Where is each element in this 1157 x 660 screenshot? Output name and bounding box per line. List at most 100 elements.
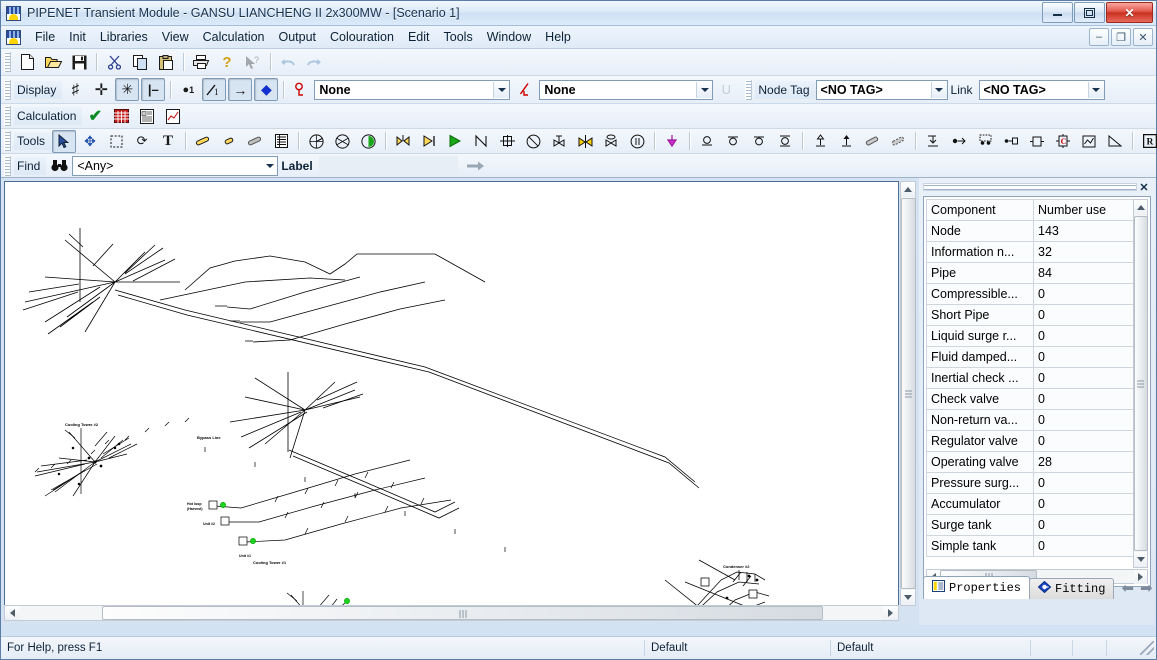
table-row[interactable]: Regulator valve 0: [926, 430, 1143, 452]
menu-view[interactable]: View: [155, 27, 196, 47]
pencil-grey-icon[interactable]: [860, 130, 884, 153]
tank-b-icon[interactable]: [721, 130, 745, 153]
connector-icon[interactable]: [947, 130, 971, 153]
menu-output[interactable]: Output: [272, 27, 324, 47]
tank-c-icon[interactable]: [747, 130, 771, 153]
scroll-left-icon[interactable]: [5, 606, 20, 620]
calculation-toolbar-grip[interactable]: [4, 106, 11, 126]
horizontal-scroll-thumb[interactable]: [102, 606, 823, 620]
table-row[interactable]: Short Pipe 0: [926, 304, 1143, 326]
control-valve-icon[interactable]: [547, 130, 571, 153]
bar-dash-icon[interactable]: |–: [141, 78, 166, 101]
tag-toolbar-grip[interactable]: [745, 79, 753, 100]
save-disk-icon[interactable]: [67, 51, 91, 74]
nozzle-icon[interactable]: [521, 130, 545, 153]
grid-scroll-up-icon[interactable]: [1134, 200, 1147, 215]
find-toolbar-grip[interactable]: [4, 155, 11, 176]
menu-file[interactable]: File: [28, 27, 62, 47]
list-icon[interactable]: [269, 130, 293, 153]
pump-icon[interactable]: [304, 130, 328, 153]
pump-green-icon[interactable]: [356, 130, 380, 153]
open-folder-icon[interactable]: [41, 51, 65, 74]
table-row[interactable]: Node 143: [926, 220, 1143, 242]
tab-next-arrow-icon[interactable]: ➡: [1140, 579, 1153, 597]
tank-a-icon[interactable]: [695, 130, 719, 153]
results-graph-icon[interactable]: [161, 105, 185, 128]
results-table-icon[interactable]: [109, 105, 133, 128]
mdi-minimize-button[interactable]: –: [1089, 28, 1109, 46]
binoculars-icon[interactable]: [47, 154, 71, 177]
paste-icon[interactable]: [154, 51, 178, 74]
diamond-icon[interactable]: ◆: [254, 78, 279, 101]
orifice-icon[interactable]: [495, 130, 519, 153]
table-row[interactable]: Check valve 0: [926, 388, 1143, 410]
toolbar-grip[interactable]: [4, 52, 11, 72]
table-row[interactable]: Inertial check ... 0: [926, 367, 1143, 389]
table-row[interactable]: Information n... 32: [926, 241, 1143, 263]
table-row[interactable]: Simple tank 0: [926, 535, 1143, 557]
network-diagram-canvas[interactable]: Cooling Tower #2 Bypass Line Hot loop (H…: [4, 181, 899, 606]
mdi-close-button[interactable]: ✕: [1133, 28, 1153, 46]
ramp-icon[interactable]: [1103, 130, 1127, 153]
link-colour-icon[interactable]: [514, 78, 538, 101]
find-go-arrow-icon[interactable]: [464, 154, 488, 177]
short-pipe-icon[interactable]: [217, 130, 241, 153]
display-toolbar-grip[interactable]: [4, 79, 11, 100]
canvas-horizontal-scrollbar[interactable]: [4, 605, 899, 621]
lasso-icon[interactable]: ⟳: [130, 130, 154, 153]
table-row[interactable]: Accumulator 0: [926, 493, 1143, 515]
maximize-button[interactable]: [1074, 2, 1105, 23]
context-help-icon[interactable]: ?: [241, 51, 265, 74]
chevron-down-icon[interactable]: [696, 81, 713, 98]
scroll-down-icon[interactable]: [901, 590, 915, 605]
copy-icon[interactable]: [128, 51, 152, 74]
find-type-combo[interactable]: <Any>: [72, 155, 279, 176]
regulator-icon[interactable]: [599, 130, 623, 153]
redo-icon[interactable]: [302, 51, 326, 74]
run-check-icon[interactable]: ✔: [83, 105, 107, 128]
tab-prev-arrow-icon[interactable]: ⬅: [1121, 579, 1134, 597]
crosshair-icon[interactable]: ✛: [89, 78, 113, 101]
panel-drag-handle[interactable]: ✕: [923, 180, 1151, 194]
table-row[interactable]: Operating valve 28: [926, 451, 1143, 473]
grid-scroll-down-icon[interactable]: [1134, 552, 1147, 567]
node-colour-icon[interactable]: [289, 78, 313, 101]
scroll-right-icon[interactable]: [883, 606, 898, 620]
menu-init[interactable]: Init: [62, 27, 93, 47]
tab-fitting[interactable]: Fitting: [1029, 578, 1115, 599]
flow-arrow-icon[interactable]: →: [228, 78, 253, 101]
table-row[interactable]: Fluid damped... 0: [926, 346, 1143, 368]
c-component-icon[interactable]: C: [1051, 130, 1075, 153]
pencil-dotted-icon[interactable]: [886, 130, 910, 153]
table-row[interactable]: Non-return va... 0: [926, 409, 1143, 431]
menu-libraries[interactable]: Libraries: [93, 27, 155, 47]
scroll-up-icon[interactable]: [901, 182, 915, 197]
units-button[interactable]: U: [714, 78, 738, 101]
text-tool-icon[interactable]: T: [156, 130, 180, 153]
grid-vertical-scroll-thumb[interactable]: [1133, 216, 1148, 551]
mdi-restore-button[interactable]: ❐: [1111, 28, 1131, 46]
node-colour-combo[interactable]: None: [314, 79, 511, 100]
component-box-icon[interactable]: [1025, 130, 1049, 153]
menu-colouration[interactable]: Colouration: [323, 27, 401, 47]
menu-help[interactable]: Help: [538, 27, 578, 47]
r-button-icon[interactable]: R: [1138, 130, 1157, 153]
inlet-icon[interactable]: [921, 130, 945, 153]
close-button[interactable]: ✕: [1106, 2, 1153, 23]
chevron-down-icon[interactable]: [493, 81, 510, 98]
chevron-down-icon[interactable]: [1087, 81, 1104, 98]
node-number-icon[interactable]: ● 1: [176, 78, 200, 101]
damper-icon[interactable]: [625, 130, 649, 153]
table-row[interactable]: Surge tank 0: [926, 514, 1143, 536]
report-document-icon[interactable]: [135, 105, 159, 128]
link-colour-combo[interactable]: None: [539, 79, 714, 100]
cut-scissors-icon[interactable]: [102, 51, 126, 74]
node-tag-combo[interactable]: <NO TAG>: [815, 79, 948, 100]
menu-window[interactable]: Window: [480, 27, 538, 47]
chevron-down-icon[interactable]: [262, 158, 277, 174]
grid-vertical-scrollbar[interactable]: [1133, 199, 1148, 568]
canvas-vertical-scrollbar[interactable]: [900, 181, 916, 606]
bend-icon[interactable]: [469, 130, 493, 153]
tab-properties[interactable]: Properties: [923, 576, 1031, 599]
grey-pipe-icon[interactable]: [243, 130, 267, 153]
